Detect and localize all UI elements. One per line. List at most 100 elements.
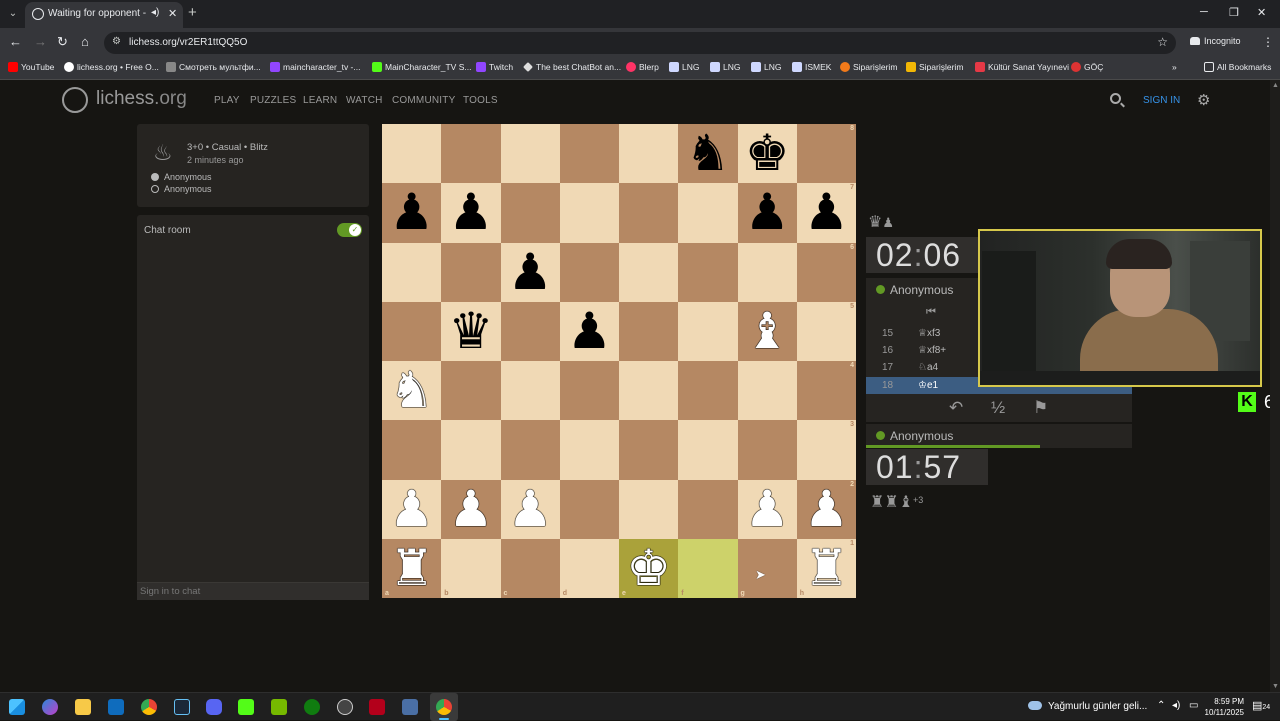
bookmark-youtube[interactable]: YouTube <box>8 62 54 72</box>
xbox-icon[interactable] <box>304 699 320 715</box>
square-b6[interactable] <box>441 242 501 302</box>
scroll-up-icon[interactable]: ▲ <box>1272 82 1279 89</box>
minimize-button[interactable]: ─ <box>1200 6 1208 18</box>
bookmark-ismek[interactable]: ISMEK <box>792 62 831 72</box>
square-b7[interactable]: ♟ <box>441 183 501 243</box>
takeback-icon[interactable]: ↶ <box>949 398 963 418</box>
nav-learn[interactable]: LEARN <box>303 95 337 106</box>
black-knight-icon[interactable]: ♞ <box>678 124 737 183</box>
white-pawn-icon[interactable]: ♟ <box>382 480 441 539</box>
first-move-icon[interactable]: ⏮ <box>926 306 936 319</box>
square-c2[interactable]: ♟ <box>500 479 560 539</box>
square-g3[interactable] <box>737 420 797 480</box>
copilot-icon[interactable] <box>42 699 58 715</box>
new-tab-button[interactable]: + <box>188 5 197 21</box>
black-pawn-icon[interactable]: ♟ <box>560 302 619 361</box>
square-b8[interactable] <box>441 124 501 184</box>
windows-start-icon[interactable] <box>9 699 25 715</box>
app-red-icon[interactable] <box>369 699 385 715</box>
square-a7[interactable]: ♟ <box>382 183 442 243</box>
bookmark-kick[interactable]: MainCharacter_TV S... <box>372 62 471 72</box>
chess-board[interactable]: ♞ ♚ 8 ♟ ♟ ♟ 7 ♟ ♟ 6 ♛ ♟ ♝ 5 ♞ 4 3 ♟ ♟ ♟ ♟ 2 ♟ a ♜ b c d e ♚ f g 1 h ♜ <box>382 124 856 598</box>
square-h8[interactable]: 8 <box>796 124 856 184</box>
square-d1[interactable]: d <box>559 538 619 598</box>
resign-flag-icon[interactable]: ⚑ <box>1033 398 1048 418</box>
chat-toggle[interactable] <box>337 223 362 237</box>
white-bishop-icon[interactable]: ♝ <box>738 302 797 361</box>
white-pawn-icon[interactable]: ♟ <box>797 480 856 539</box>
black-pawn-icon[interactable]: ♟ <box>382 183 441 242</box>
square-a4[interactable]: ♞ <box>382 361 442 421</box>
bookmark-siparislerim-2[interactable]: Siparişlerim <box>906 62 963 72</box>
square-a2[interactable]: ♟ <box>382 479 442 539</box>
square-f6[interactable] <box>678 242 738 302</box>
bookmark-siparislerim-1[interactable]: Siparişlerim <box>840 62 897 72</box>
square-h1[interactable]: 1 h ♜ <box>796 538 856 598</box>
square-c8[interactable] <box>500 124 560 184</box>
tab-search-dropdown-icon[interactable]: ⌄ <box>4 6 22 22</box>
restore-button[interactable]: ❐ <box>1229 6 1239 19</box>
chat-input[interactable]: Sign in to chat <box>137 582 369 600</box>
square-g4[interactable] <box>737 361 797 421</box>
outlook-icon[interactable] <box>108 699 124 715</box>
chrome-icon[interactable] <box>141 699 157 715</box>
nav-watch[interactable]: WATCH <box>346 95 383 106</box>
square-c7[interactable] <box>500 183 560 243</box>
white-knight-icon[interactable]: ♞ <box>382 361 441 420</box>
square-g2[interactable]: ♟ <box>737 479 797 539</box>
player-white[interactable]: Anonymous <box>151 172 212 182</box>
square-f5[interactable] <box>678 301 738 361</box>
address-bar[interactable]: ⚙ lichess.org/vr2ER1ttQQ5O ☆ <box>104 32 1176 54</box>
gear-icon[interactable]: ⚙ <box>1197 91 1210 109</box>
speaker-icon[interactable]: ◂) <box>151 7 159 18</box>
nvidia-icon[interactable] <box>271 699 287 715</box>
square-d7[interactable] <box>559 183 619 243</box>
square-f3[interactable] <box>678 420 738 480</box>
bookmark-twitch-channel[interactable]: maincharacter_tv -... <box>270 62 360 72</box>
nav-community[interactable]: COMMUNITY <box>392 95 455 106</box>
search-icon[interactable] <box>1110 93 1121 104</box>
square-e3[interactable] <box>619 420 679 480</box>
square-e4[interactable] <box>619 361 679 421</box>
nav-puzzles[interactable]: PUZZLES <box>250 95 296 106</box>
black-pawn-icon[interactable]: ♟ <box>797 183 856 242</box>
square-c6[interactable]: ♟ <box>500 242 560 302</box>
square-f8[interactable]: ♞ <box>678 124 738 184</box>
white-pawn-icon[interactable]: ♟ <box>441 480 500 539</box>
square-c4[interactable] <box>500 361 560 421</box>
reload-button[interactable]: ↻ <box>57 35 68 49</box>
white-pawn-icon[interactable]: ♟ <box>501 480 560 539</box>
nav-tools[interactable]: TOOLS <box>463 95 498 106</box>
square-g6[interactable] <box>737 242 797 302</box>
browser-tab-active[interactable]: Waiting for opponent - Pla ◂) ✕ <box>25 2 183 28</box>
chrome-active-icon[interactable] <box>436 699 452 715</box>
white-rook-icon[interactable]: ♜ <box>382 539 441 598</box>
square-a3[interactable] <box>382 420 442 480</box>
square-d8[interactable] <box>559 124 619 184</box>
bookmark-twitch[interactable]: Twitch <box>476 62 513 72</box>
home-button[interactable]: ⌂ <box>81 35 89 49</box>
bookmark-multfilm[interactable]: Смотреть мультфи... <box>166 62 261 72</box>
square-a5[interactable] <box>382 301 442 361</box>
discord-icon[interactable] <box>206 699 222 715</box>
square-c3[interactable] <box>500 420 560 480</box>
square-a1[interactable]: a ♜ <box>382 538 442 598</box>
nav-play[interactable]: PLAY <box>214 95 240 106</box>
bookmark-blerp[interactable]: Blerp <box>626 62 659 72</box>
back-button[interactable]: ← <box>9 35 22 49</box>
bookmark-lng-3[interactable]: LNG <box>751 62 781 72</box>
bookmark-lng-1[interactable]: LNG <box>669 62 699 72</box>
white-king-icon[interactable]: ♚ <box>619 539 678 598</box>
browser-menu-icon[interactable]: ⋮ <box>1262 35 1274 49</box>
square-e8[interactable] <box>619 124 679 184</box>
square-d3[interactable] <box>559 420 619 480</box>
move-san[interactable]: ♕xf8+ <box>918 345 946 356</box>
square-b1[interactable]: b <box>441 538 501 598</box>
player-black[interactable]: Anonymous <box>151 184 212 194</box>
move-san[interactable]: ♘a4 <box>918 362 938 373</box>
square-e6[interactable] <box>619 242 679 302</box>
square-c5[interactable] <box>500 301 560 361</box>
square-d4[interactable] <box>559 361 619 421</box>
incognito-indicator[interactable]: Incognito <box>1190 36 1241 46</box>
square-g7[interactable]: ♟ <box>737 183 797 243</box>
